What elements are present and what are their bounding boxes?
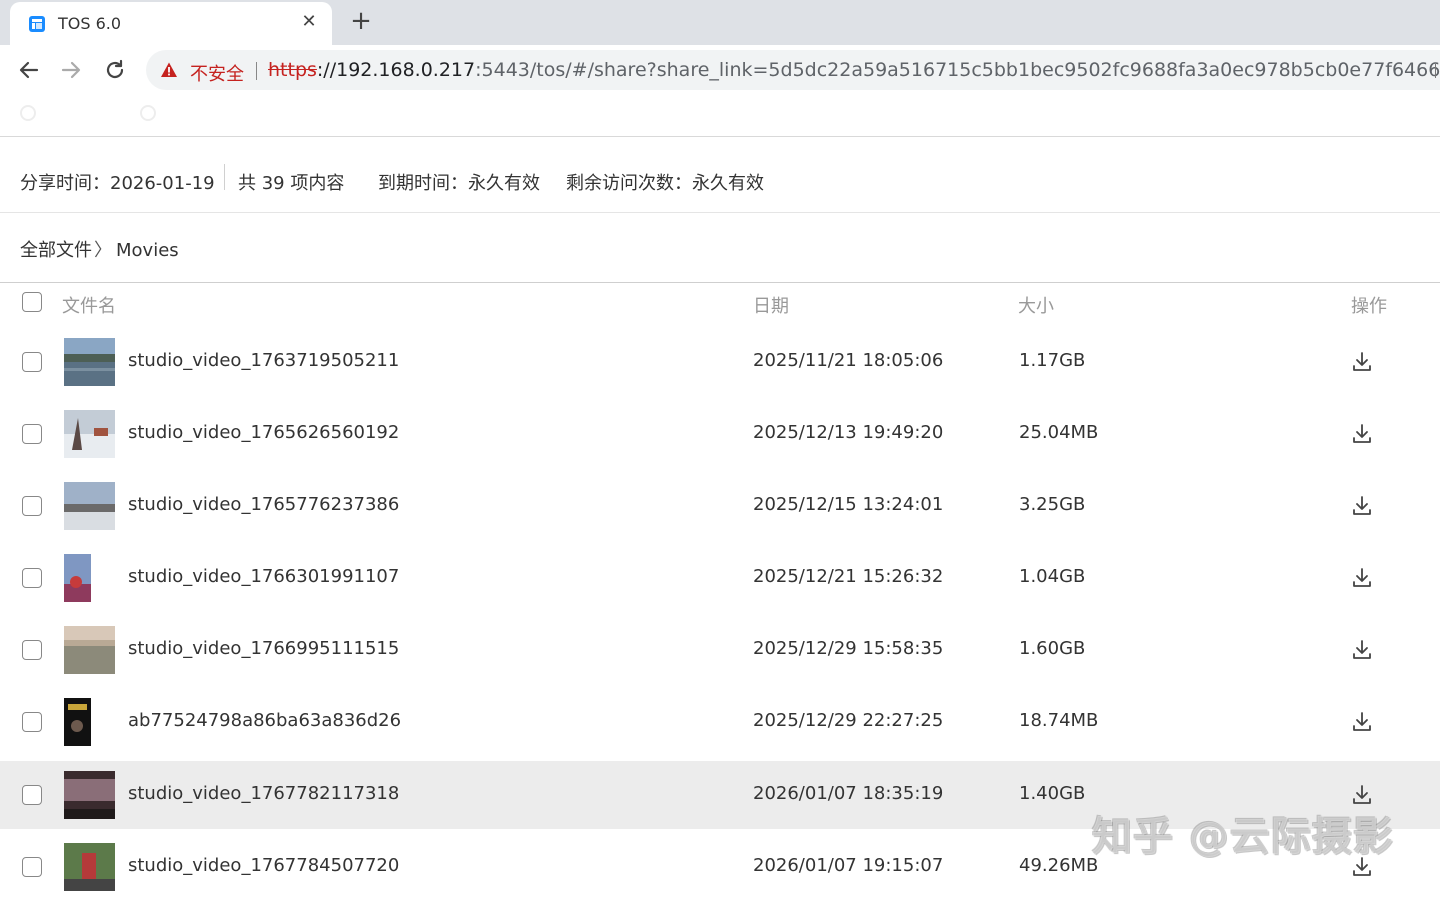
file-date: 2025/12/13 19:49:20 [753,422,944,443]
breadcrumb-root[interactable]: 全部文件 [20,240,92,261]
file-date: 2026/01/07 19:15:07 [753,855,944,876]
video-thumbnail[interactable] [64,554,91,602]
tab-title: TOS 6.0 [58,14,122,33]
url-host: ://192.168.0.217 [316,59,476,81]
file-size: 49.26MB [1019,855,1099,876]
item-count: 共 39 项内容 [238,173,345,194]
address-bar[interactable]: 不安全 https://192.168.0.217:5443/tos/#/sha… [146,50,1440,90]
file-size: 18.74MB [1019,710,1099,731]
file-size: 1.60GB [1019,638,1086,659]
row-checkbox[interactable] [22,857,42,877]
table-row[interactable]: studio_video_1766995111515.m| 2025/12/29… [0,616,1440,684]
video-thumbnail[interactable] [64,338,115,386]
file-name[interactable]: studio_video_1763719505211.m [128,350,400,371]
tos-favicon-icon [29,16,45,32]
breadcrumb-current: Movies [116,240,179,261]
browser-toolbar: 不安全 https://192.168.0.217:5443/tos/#/sha… [0,45,1440,95]
warning-icon [161,62,177,77]
download-icon[interactable] [1350,710,1374,734]
divider [0,212,1440,213]
tab-close-icon[interactable]: ✕ [300,13,318,31]
url-scheme: https [268,59,317,81]
download-icon[interactable] [1350,350,1374,374]
file-size: 25.04MB [1019,422,1099,443]
share-time: 分享时间：2026-01-19 [20,173,215,194]
row-checkbox[interactable] [22,352,42,372]
browser-tab[interactable]: TOS 6.0 ✕ [10,2,332,45]
breadcrumb-separator: 〉 [94,240,112,261]
file-size: 1.04GB [1019,566,1086,587]
table-row[interactable]: studio_video_1765626560192.m 2025/12/13 … [0,400,1440,468]
video-thumbnail[interactable] [64,410,115,458]
row-checkbox[interactable] [22,712,42,732]
header-size[interactable]: 大小 [1018,292,1054,318]
table-row[interactable]: studio_video_1765776237386.m 2025/12/15 … [0,472,1440,540]
file-date: 2025/12/21 15:26:32 [753,566,944,587]
video-thumbnail[interactable] [64,626,115,674]
video-thumbnail[interactable] [64,482,115,530]
file-size: 1.40GB [1019,783,1086,804]
bookmark-icon [20,105,36,121]
file-name[interactable]: studio_video_1765776237386.m [128,494,400,515]
file-date: 2026/01/07 18:35:19 [753,783,944,804]
table-row[interactable]: studio_video_1763719505211.m 2025/11/21 … [0,328,1440,396]
share-info-bar: 分享时间：2026-01-19 共 39 项内容 到期时间：永久有效 剩余访问次… [0,137,1440,212]
row-checkbox[interactable] [22,640,42,660]
forward-icon[interactable] [58,57,84,83]
download-icon[interactable] [1350,422,1374,446]
file-date: 2025/12/29 22:27:25 [753,710,944,731]
header-name[interactable]: 文件名 [62,292,116,318]
remaining-visits: 剩余访问次数：永久有效 [566,173,764,194]
bookmark-icon [140,105,156,121]
row-checkbox[interactable] [22,496,42,516]
download-icon[interactable] [1350,494,1374,518]
file-name[interactable]: ab77524798a86ba63a836d26bc [128,710,400,731]
expire-time: 到期时间：永久有效 [378,173,540,194]
info-divider [224,164,225,190]
table-row[interactable]: studio_video_1766301991107.m 2025/12/21 … [0,544,1440,612]
url-path: :5443/tos/#/share?share_link=5d5dc22a59a… [475,59,1440,81]
download-icon[interactable] [1350,566,1374,590]
file-name[interactable]: studio_video_1767784507720.m [128,855,400,876]
file-name[interactable]: studio_video_1765626560192.m [128,422,400,443]
watermark: 知乎 @云际摄影 [1092,814,1394,860]
new-tab-button[interactable]: + [350,8,372,34]
download-icon[interactable] [1350,638,1374,662]
address-divider [256,62,257,80]
file-size: 1.17GB [1019,350,1086,371]
url-text[interactable]: https://192.168.0.217:5443/tos/#/share?s… [268,59,1440,81]
insecure-label[interactable]: 不安全 [190,60,244,86]
address-bar-edge [1435,64,1440,78]
row-checkbox[interactable] [22,785,42,805]
table-header: 文件名 日期 大小 操作 [0,283,1440,323]
row-checkbox[interactable] [22,568,42,588]
row-checkbox[interactable] [22,424,42,444]
video-thumbnail[interactable] [64,771,115,819]
bookmarks-bar [0,95,1440,135]
file-date: 2025/12/15 13:24:01 [753,494,944,515]
tab-strip: TOS 6.0 ✕ + [0,0,1440,45]
breadcrumb: 全部文件〉 Movies [20,236,179,262]
file-date: 2025/12/29 15:58:35 [753,638,944,659]
reload-icon[interactable] [102,57,128,83]
file-date: 2025/11/21 18:05:06 [753,350,944,371]
header-action: 操作 [1351,296,1387,317]
header-date[interactable]: 日期 [753,292,789,318]
file-name[interactable]: studio_video_1766301991107.m [128,566,400,587]
back-icon[interactable] [16,57,42,83]
table-row[interactable]: ab77524798a86ba63a836d26bc 2025/12/29 22… [0,688,1440,756]
file-size: 3.25GB [1019,494,1086,515]
select-all-checkbox[interactable] [22,292,42,312]
file-name[interactable]: studio_video_1767782117318.m [128,783,400,804]
file-name[interactable]: studio_video_1766995111515.m| [128,638,400,659]
video-thumbnail[interactable] [64,843,115,891]
video-thumbnail[interactable] [64,698,91,746]
